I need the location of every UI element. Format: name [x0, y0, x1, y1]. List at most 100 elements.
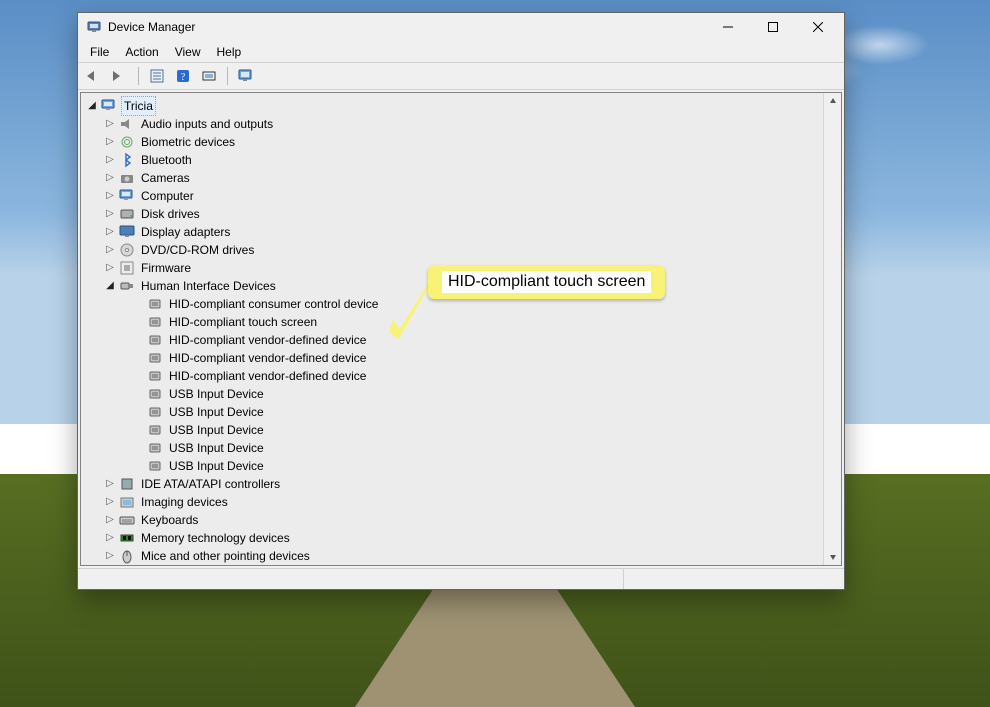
chevron-right-icon[interactable]: ▷ [103, 475, 117, 493]
leaf-icon [147, 404, 163, 420]
device-item-label: USB Input Device [167, 439, 266, 457]
scan-hardware-button[interactable] [197, 64, 221, 88]
leaf-icon [147, 440, 163, 456]
maximize-button[interactable] [750, 13, 795, 41]
toolbar-separator [138, 67, 139, 85]
tree-category[interactable]: ▷Keyboards [85, 511, 823, 529]
ide-icon [119, 476, 135, 492]
chevron-right-icon[interactable]: ▷ [103, 529, 117, 547]
forward-button[interactable] [108, 64, 132, 88]
tree-device-item[interactable]: HID-compliant vendor-defined device [85, 331, 823, 349]
device-item-label: USB Input Device [167, 403, 266, 421]
tree-node-label: Disk drives [139, 205, 202, 223]
tree-device-item[interactable]: HID-compliant consumer control device [85, 295, 823, 313]
device-tree[interactable]: ◢ Tricia▷Audio inputs and outputs▷Biometr… [81, 93, 841, 566]
chevron-right-icon[interactable]: ▷ [103, 223, 117, 241]
tree-node-label: Tricia [121, 96, 156, 116]
computer-icon [101, 98, 117, 114]
tree-category[interactable]: ▷Bluetooth [85, 151, 823, 169]
help-button[interactable]: ? [171, 64, 195, 88]
chevron-right-icon[interactable]: ▷ [103, 259, 117, 277]
chevron-right-icon[interactable]: ▷ [103, 169, 117, 187]
chevron-right-icon[interactable]: ▷ [103, 511, 117, 529]
device-item-label: USB Input Device [167, 421, 266, 439]
tree-device-item[interactable]: USB Input Device [85, 439, 823, 457]
chevron-right-icon[interactable]: ▷ [103, 241, 117, 259]
tree-device-item[interactable]: HID-compliant touch screen [85, 313, 823, 331]
chevron-right-icon[interactable]: ▷ [103, 205, 117, 223]
tree-device-item[interactable]: HID-compliant vendor-defined device [85, 367, 823, 385]
tree-category[interactable]: ▷Cameras [85, 169, 823, 187]
scroll-track[interactable] [824, 110, 841, 548]
status-cell [78, 569, 624, 589]
leaf-icon [147, 296, 163, 312]
leaf-icon [147, 314, 163, 330]
tree-root[interactable]: ◢ Tricia [85, 97, 823, 115]
toolbar: ? [78, 63, 844, 90]
device-manager-icon [86, 19, 102, 35]
device-item-label: HID-compliant vendor-defined device [167, 367, 368, 385]
chevron-right-icon[interactable]: ▷ [103, 151, 117, 169]
device-item-label: USB Input Device [167, 385, 266, 403]
menu-view[interactable]: View [167, 43, 209, 61]
minimize-button[interactable] [705, 13, 750, 41]
back-button[interactable] [82, 64, 106, 88]
tree-category[interactable]: ▷ IDE ATA/ATAPI controllers [85, 475, 823, 493]
tree-category[interactable]: ◢Human Interface Devices [85, 277, 823, 295]
chevron-down-icon[interactable]: ◢ [103, 277, 117, 295]
tree-category[interactable]: ▷Computer [85, 187, 823, 205]
vertical-scrollbar[interactable] [823, 93, 841, 565]
keyboard-icon [119, 512, 135, 528]
chevron-right-icon[interactable]: ▷ [103, 547, 117, 565]
camera-icon [119, 170, 135, 186]
firmware-icon [119, 260, 135, 276]
imaging-icon [119, 494, 135, 510]
menu-help[interactable]: Help [209, 43, 250, 61]
chevron-down-icon[interactable]: ◢ [85, 97, 99, 115]
computer-icon [119, 188, 135, 204]
menubar: File Action View Help [78, 42, 844, 63]
tree-category[interactable]: ▷ Memory technology devices [85, 529, 823, 547]
properties-button[interactable] [145, 64, 169, 88]
disk-icon [119, 206, 135, 222]
titlebar[interactable]: Device Manager [78, 13, 844, 42]
tree-device-item[interactable]: USB Input Device [85, 457, 823, 475]
tree-category[interactable]: ▷Audio inputs and outputs [85, 115, 823, 133]
tree-category[interactable]: ▷ Disk drives [85, 205, 823, 223]
tree-category[interactable]: ▷ Imaging devices [85, 493, 823, 511]
tree-device-item[interactable]: USB Input Device [85, 385, 823, 403]
toolbar-separator [227, 67, 228, 85]
fingerprint-icon [119, 134, 135, 150]
tree-device-item[interactable]: USB Input Device [85, 421, 823, 439]
leaf-icon [147, 332, 163, 348]
chevron-right-icon[interactable]: ▷ [103, 115, 117, 133]
tree-device-item[interactable]: HID-compliant vendor-defined device [85, 349, 823, 367]
device-manager-window: Device Manager File Action View Help [77, 12, 845, 590]
tree-device-item[interactable]: USB Input Device [85, 403, 823, 421]
chevron-right-icon[interactable]: ▷ [103, 187, 117, 205]
tree-node-label: IDE ATA/ATAPI controllers [139, 475, 282, 493]
device-item-label: HID-compliant vendor-defined device [167, 331, 368, 349]
chevron-right-icon[interactable]: ▷ [103, 133, 117, 151]
memory-icon [119, 530, 135, 546]
window-title: Device Manager [108, 20, 705, 34]
tree-node-label: DVD/CD-ROM drives [139, 241, 256, 259]
scroll-up-arrow[interactable] [824, 93, 841, 110]
menu-action[interactable]: Action [117, 43, 166, 61]
tree-category[interactable]: ▷Biometric devices [85, 133, 823, 151]
dvd-icon [119, 242, 135, 258]
menu-file[interactable]: File [82, 43, 117, 61]
tree-category[interactable]: ▷ DVD/CD-ROM drives [85, 241, 823, 259]
leaf-icon [147, 368, 163, 384]
tree-node-label: Memory technology devices [139, 529, 292, 547]
scroll-down-arrow[interactable] [824, 548, 841, 565]
tree-node-label: Imaging devices [139, 493, 230, 511]
show-computer-button[interactable] [234, 64, 258, 88]
leaf-icon [147, 422, 163, 438]
status-cell [624, 569, 844, 589]
chevron-right-icon[interactable]: ▷ [103, 493, 117, 511]
close-button[interactable] [795, 13, 840, 41]
tree-category[interactable]: ▷Display adapters [85, 223, 823, 241]
tree-category[interactable]: ▷Firmware [85, 259, 823, 277]
tree-category[interactable]: ▷Mice and other pointing devices [85, 547, 823, 565]
